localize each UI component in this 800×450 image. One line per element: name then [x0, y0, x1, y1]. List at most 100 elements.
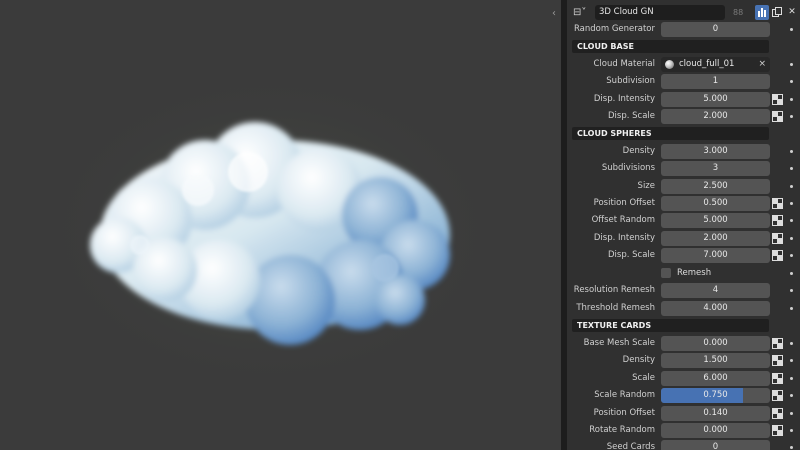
- texture-uv-icon[interactable]: [772, 250, 783, 261]
- texture-cards-header[interactable]: TEXTURE CARDS: [572, 319, 769, 332]
- row-random-generator: Random Generator 0: [567, 21, 800, 38]
- keyframe-dot-icon[interactable]: [790, 237, 793, 240]
- row-resolution-remesh: Resolution Remesh 4: [567, 282, 800, 299]
- resolution-remesh-label: Resolution Remesh: [573, 285, 655, 295]
- spheres-disp-intensity-value: 2.000: [703, 233, 728, 243]
- collapse-arrow-icon[interactable]: ‹: [552, 9, 556, 19]
- texture-uv-icon[interactable]: [772, 425, 783, 436]
- seed-cards-field[interactable]: 0: [661, 440, 770, 450]
- scale-random-label: Scale Random: [594, 390, 655, 400]
- 3d-viewport[interactable]: ‹: [0, 0, 561, 450]
- row-cloud-material: Cloud Material cloud_full_01 ×: [567, 56, 800, 73]
- base-mesh-scale-value: 0.000: [703, 338, 728, 348]
- duplicate-button[interactable]: [770, 5, 784, 20]
- threshold-remesh-field[interactable]: 4.000: [661, 301, 770, 316]
- texture-uv-icon[interactable]: [772, 338, 783, 349]
- keyframe-dot-icon[interactable]: [790, 412, 793, 415]
- random-generator-label: Random Generator: [573, 24, 655, 34]
- threshold-remesh-label: Threshold Remesh: [576, 303, 655, 313]
- clear-icon[interactable]: ×: [758, 57, 766, 72]
- base-disp-intensity-label: Disp. Intensity: [593, 94, 655, 104]
- row-offset-random: Offset Random 5.000: [567, 212, 800, 229]
- subdivisions-label: Subdivisions: [601, 163, 655, 173]
- texture-uv-icon[interactable]: [772, 215, 783, 226]
- nodegroup-selector: ⊟˅ 3D Cloud GN 88 ✕: [567, 4, 800, 21]
- keyframe-dot-icon[interactable]: [790, 202, 793, 205]
- keyframe-dot-icon[interactable]: [790, 289, 793, 292]
- random-generator-field[interactable]: 0: [661, 22, 770, 37]
- blender-window: ‹ ⊟˅ 3D Cloud GN 88 ✕ Random Generator 0…: [0, 0, 800, 450]
- close-icon[interactable]: ✕: [785, 5, 799, 20]
- texture-uv-icon[interactable]: [772, 233, 783, 244]
- keyframe-dot-icon[interactable]: [790, 150, 793, 153]
- tc-position-offset-label: Position Offset: [593, 408, 655, 418]
- texture-uv-icon[interactable]: [772, 355, 783, 366]
- row-subdivision: Subdivision 1: [567, 73, 800, 90]
- keyframe-dot-icon[interactable]: [790, 63, 793, 66]
- cloud-base-header[interactable]: CLOUD BASE: [572, 40, 769, 53]
- users-count: 88: [733, 8, 744, 17]
- keyframe-dot-icon[interactable]: [790, 446, 793, 449]
- cloud-material-field[interactable]: cloud_full_01 ×: [661, 57, 770, 72]
- spheres-disp-scale-value: 7.000: [703, 250, 728, 260]
- tc-position-offset-field[interactable]: 0.140: [661, 406, 770, 421]
- keyframe-dot-icon[interactable]: [790, 254, 793, 257]
- keyframe-dot-icon[interactable]: [790, 167, 793, 170]
- base-mesh-scale-label: Base Mesh Scale: [583, 338, 655, 348]
- duplicate-icon: [772, 7, 782, 17]
- spheres-disp-intensity-label: Disp. Intensity: [593, 233, 655, 243]
- size-field[interactable]: 2.500: [661, 179, 770, 194]
- scale-value: 6.000: [703, 373, 728, 383]
- texture-uv-icon[interactable]: [772, 198, 783, 209]
- position-offset-field[interactable]: 0.500: [661, 196, 770, 211]
- base-disp-scale-field[interactable]: 2.000: [661, 109, 770, 124]
- keyframe-dot-icon[interactable]: [790, 377, 793, 380]
- fake-user-button[interactable]: [755, 5, 769, 20]
- keyframe-dot-icon[interactable]: [790, 28, 793, 31]
- keyframe-dot-icon[interactable]: [790, 80, 793, 83]
- remesh-label[interactable]: Remesh: [677, 265, 711, 282]
- tc-density-field[interactable]: 1.500: [661, 353, 770, 368]
- resolution-remesh-field[interactable]: 4: [661, 283, 770, 298]
- keyframe-dot-icon[interactable]: [790, 307, 793, 310]
- base-disp-scale-value: 2.000: [703, 111, 728, 121]
- texture-uv-icon[interactable]: [772, 373, 783, 384]
- texture-uv-icon[interactable]: [772, 390, 783, 401]
- texture-uv-icon[interactable]: [772, 408, 783, 419]
- texture-uv-icon[interactable]: [772, 94, 783, 105]
- keyframe-dot-icon[interactable]: [790, 219, 793, 222]
- cloud-render-image: [40, 70, 500, 390]
- subdivisions-value: 3: [712, 163, 719, 173]
- density-label: Density: [622, 146, 655, 156]
- spheres-disp-scale-field[interactable]: 7.000: [661, 248, 770, 263]
- offset-random-field[interactable]: 5.000: [661, 213, 770, 228]
- scale-field[interactable]: 6.000: [661, 371, 770, 386]
- row-spheres-disp-scale: Disp. Scale 7.000: [567, 247, 800, 264]
- keyframe-dot-icon[interactable]: [790, 429, 793, 432]
- fake-user-icon: [758, 8, 766, 17]
- keyframe-dot-icon[interactable]: [790, 115, 793, 118]
- keyframe-dot-icon[interactable]: [790, 342, 793, 345]
- keyframe-dot-icon[interactable]: [790, 185, 793, 188]
- subdivisions-field[interactable]: 3: [661, 161, 770, 176]
- cloud-spheres-header[interactable]: CLOUD SPHERES: [572, 127, 769, 140]
- nodegroup-name-field[interactable]: 3D Cloud GN: [595, 5, 725, 20]
- remesh-checkbox[interactable]: [661, 268, 671, 278]
- row-subdivisions: Subdivisions 3: [567, 160, 800, 177]
- texture-uv-icon[interactable]: [772, 111, 783, 122]
- subdivision-field[interactable]: 1: [661, 74, 770, 89]
- keyframe-dot-icon[interactable]: [790, 98, 793, 101]
- spheres-disp-intensity-field[interactable]: 2.000: [661, 231, 770, 246]
- base-mesh-scale-field[interactable]: 0.000: [661, 336, 770, 351]
- keyframe-dot-icon[interactable]: [790, 394, 793, 397]
- keyframe-dot-icon[interactable]: [790, 272, 793, 275]
- node-tree-icon[interactable]: ⊟˅: [573, 6, 593, 19]
- base-disp-scale-label: Disp. Scale: [607, 111, 655, 121]
- base-disp-intensity-field[interactable]: 5.000: [661, 92, 770, 107]
- offset-random-value: 5.000: [703, 215, 728, 225]
- tc-density-label: Density: [622, 355, 655, 365]
- scale-random-slider[interactable]: 0.750: [661, 388, 770, 403]
- keyframe-dot-icon[interactable]: [790, 359, 793, 362]
- density-field[interactable]: 3.000: [661, 144, 770, 159]
- rotate-random-field[interactable]: 0.000: [661, 423, 770, 438]
